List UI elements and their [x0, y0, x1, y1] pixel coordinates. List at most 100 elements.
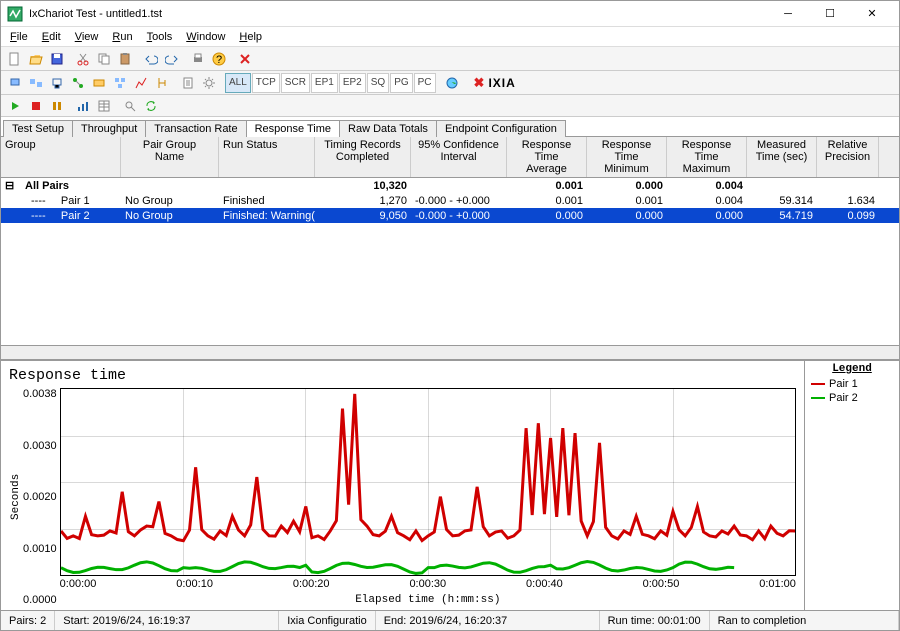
- y-axis-label: Seconds: [9, 388, 23, 606]
- endpoint-icon-2[interactable]: [26, 73, 46, 93]
- chart-area: Response time Seconds 0.00380.00300.0020…: [1, 361, 804, 610]
- col-resp-min[interactable]: Response Time Minimum: [587, 137, 667, 177]
- col-run-status[interactable]: Run Status: [219, 137, 315, 177]
- y-axis-ticks: 0.00380.00300.00200.00100.0000: [23, 388, 60, 606]
- filter-ep2[interactable]: EP2: [339, 73, 366, 93]
- legend: Legend Pair 1Pair 2: [804, 361, 899, 610]
- stop-icon[interactable]: [26, 96, 46, 116]
- tab-test-setup[interactable]: Test Setup: [3, 120, 73, 137]
- minimize-button[interactable]: ─: [767, 3, 809, 25]
- undo-icon[interactable]: [141, 49, 161, 69]
- filter-sq[interactable]: SQ: [367, 73, 389, 93]
- menu-view[interactable]: View: [68, 29, 106, 45]
- table-row[interactable]: ---- Pair 1 No Group Finished 1,270 -0.0…: [1, 193, 899, 208]
- results-grid: Group Pair Group Name Run Status Timing …: [1, 137, 899, 346]
- filter-all[interactable]: ALL: [225, 73, 251, 93]
- endpoint-icon-3[interactable]: [47, 73, 67, 93]
- chart-pane: Response time Seconds 0.00380.00300.0020…: [1, 360, 899, 610]
- tab-raw-data[interactable]: Raw Data Totals: [339, 120, 437, 137]
- endpoint-icon-4[interactable]: [68, 73, 88, 93]
- filter-pc[interactable]: PC: [414, 73, 436, 93]
- cut-icon[interactable]: [73, 49, 93, 69]
- window-title: IxChariot Test - untitled1.tst: [29, 8, 767, 20]
- redo-icon[interactable]: [162, 49, 182, 69]
- filter-tcp[interactable]: TCP: [252, 73, 280, 93]
- h-scrollbar[interactable]: [1, 346, 899, 360]
- table-icon[interactable]: [94, 96, 114, 116]
- delete-icon[interactable]: [235, 49, 255, 69]
- zoom-icon[interactable]: [120, 96, 140, 116]
- endpoint-icon-5[interactable]: [89, 73, 109, 93]
- status-pairs: Pairs: 2: [1, 611, 55, 630]
- close-button[interactable]: ✕: [851, 3, 893, 25]
- filter-scr[interactable]: SCR: [281, 73, 310, 93]
- menu-run[interactable]: Run: [105, 29, 139, 45]
- table-row[interactable]: ---- Pair 2 No Group Finished: Warning(s…: [1, 208, 899, 223]
- legend-item[interactable]: Pair 2: [805, 391, 899, 405]
- maximize-button[interactable]: ☐: [809, 3, 851, 25]
- result-tabs: Test Setup Throughput Transaction Rate R…: [1, 117, 899, 137]
- menu-window[interactable]: Window: [179, 29, 232, 45]
- x-axis-label: Elapsed time (h:mm:ss): [60, 592, 796, 606]
- col-confidence[interactable]: 95% Confidence Interval: [411, 137, 507, 177]
- col-timing-records[interactable]: Timing Records Completed: [315, 137, 411, 177]
- col-resp-avg[interactable]: Response Time Average: [507, 137, 587, 177]
- col-measured-time[interactable]: Measured Time (sec): [747, 137, 817, 177]
- tab-throughput[interactable]: Throughput: [72, 120, 146, 137]
- summary-rmax: 0.004: [667, 180, 747, 192]
- world-icon[interactable]: [442, 73, 462, 93]
- summary-rmin: 0.000: [587, 180, 667, 192]
- status-end: End: 2019/6/24, 16:20:37: [376, 611, 600, 630]
- copy-icon[interactable]: [94, 49, 114, 69]
- run-icon[interactable]: [5, 96, 25, 116]
- pause-icon[interactable]: [47, 96, 67, 116]
- col-rel-precision[interactable]: Relative Precision: [817, 137, 879, 177]
- settings-icon[interactable]: [199, 73, 219, 93]
- help-icon[interactable]: ?: [209, 49, 229, 69]
- endpoint-icon-6[interactable]: [110, 73, 130, 93]
- status-runtime: Run time: 00:01:00: [600, 611, 710, 630]
- endpoint-icon-1[interactable]: [5, 73, 25, 93]
- menubar: File Edit View Run Tools Window Help: [1, 27, 899, 47]
- legend-item[interactable]: Pair 1: [805, 377, 899, 391]
- menu-help[interactable]: Help: [232, 29, 269, 45]
- endpoint-icon-7[interactable]: [131, 73, 151, 93]
- toolbar-endpoint: ALL TCP SCR EP1 EP2 SQ PG PC ✖IXIA: [1, 71, 899, 95]
- refresh-icon[interactable]: [141, 96, 161, 116]
- tab-transaction-rate[interactable]: Transaction Rate: [145, 120, 246, 137]
- col-resp-max[interactable]: Response Time Maximum: [667, 137, 747, 177]
- grid-header: Group Pair Group Name Run Status Timing …: [1, 137, 899, 178]
- status-result: Ran to completion: [710, 611, 899, 630]
- tab-endpoint-config[interactable]: Endpoint Configuration: [436, 120, 566, 137]
- open-icon[interactable]: [26, 49, 46, 69]
- chart-title: Response time: [9, 365, 796, 388]
- menu-file[interactable]: File: [3, 29, 35, 45]
- filter-ep1[interactable]: EP1: [311, 73, 338, 93]
- tab-response-time[interactable]: Response Time: [246, 120, 340, 137]
- status-start: Start: 2019/6/24, 16:19:37: [55, 611, 279, 630]
- chart-plot[interactable]: [60, 388, 796, 576]
- col-group[interactable]: Group: [1, 137, 121, 177]
- export-icon[interactable]: [178, 73, 198, 93]
- endpoint-icon-8[interactable]: [152, 73, 172, 93]
- legend-title: Legend: [805, 361, 899, 377]
- summary-ra: 0.001: [507, 180, 587, 192]
- grid-body[interactable]: ⊟ All Pairs 10,320 0.001 0.000 0.004 ----…: [1, 178, 899, 346]
- chart-icon[interactable]: [73, 96, 93, 116]
- toolbar-file: ?: [1, 47, 899, 71]
- summary-row[interactable]: ⊟ All Pairs 10,320 0.001 0.000 0.004: [1, 178, 899, 193]
- app-icon: [7, 6, 23, 22]
- menu-edit[interactable]: Edit: [35, 29, 68, 45]
- new-icon[interactable]: [5, 49, 25, 69]
- menu-tools[interactable]: Tools: [140, 29, 180, 45]
- col-pair-group-name[interactable]: Pair Group Name: [121, 137, 219, 177]
- collapse-icon[interactable]: ⊟: [5, 179, 21, 193]
- statusbar: Pairs: 2 Start: 2019/6/24, 16:19:37 Ixia…: [1, 610, 899, 630]
- status-config: Ixia Configuratio: [279, 611, 376, 630]
- save-icon[interactable]: [47, 49, 67, 69]
- print-icon[interactable]: [188, 49, 208, 69]
- summary-tr: 10,320: [315, 180, 411, 192]
- filter-pg[interactable]: PG: [390, 73, 412, 93]
- paste-icon[interactable]: [115, 49, 135, 69]
- summary-label: All Pairs: [25, 180, 69, 192]
